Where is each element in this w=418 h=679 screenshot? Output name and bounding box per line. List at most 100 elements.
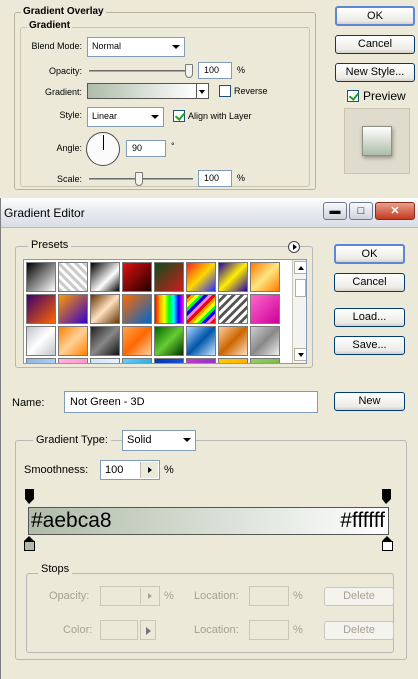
preset-swatch[interactable] bbox=[58, 262, 88, 292]
presets-list[interactable] bbox=[23, 259, 307, 364]
scale-slider-thumb[interactable] bbox=[135, 172, 143, 186]
preset-swatch[interactable] bbox=[154, 326, 184, 356]
stop-color-menu-button[interactable] bbox=[140, 620, 156, 640]
preset-swatch[interactable] bbox=[122, 262, 152, 292]
gradient-editor-window: Gradient Editor ▬ □ ✕ Presets OK Cancel … bbox=[0, 198, 418, 679]
preset-swatch[interactable] bbox=[186, 294, 216, 324]
chevron-down-icon bbox=[298, 353, 304, 357]
chevron-down-icon bbox=[172, 45, 180, 49]
angle-input[interactable]: 90 bbox=[126, 140, 166, 157]
angle-dial[interactable] bbox=[86, 132, 120, 166]
ge-cancel-button[interactable]: Cancel bbox=[334, 273, 405, 292]
gradient-editor-titlebar[interactable]: Gradient Editor ▬ □ ✕ bbox=[1, 198, 418, 228]
preset-swatch[interactable] bbox=[26, 326, 56, 356]
preview-checkbox[interactable] bbox=[347, 90, 359, 102]
preset-swatch[interactable] bbox=[58, 294, 88, 324]
scroll-up-button[interactable] bbox=[294, 261, 306, 274]
color-stop-swatch bbox=[382, 541, 393, 551]
style-select[interactable]: Linear bbox=[87, 107, 164, 127]
load-button[interactable]: Load... bbox=[334, 308, 405, 327]
stop-opacity-slider-button[interactable] bbox=[140, 588, 158, 604]
preset-swatch[interactable] bbox=[218, 262, 248, 292]
smoothness-value: 100 bbox=[105, 464, 124, 476]
stops-group bbox=[26, 573, 394, 653]
ge-ok-button[interactable]: OK bbox=[334, 244, 405, 264]
preset-swatch[interactable] bbox=[250, 326, 280, 356]
preset-swatch[interactable] bbox=[154, 294, 184, 324]
new-gradient-button[interactable]: New bbox=[334, 392, 405, 411]
stop-color-label: Color: bbox=[63, 624, 93, 636]
opacity-slider-track[interactable] bbox=[89, 70, 193, 72]
scale-input[interactable]: 100 bbox=[198, 170, 232, 187]
new-style-button[interactable]: New Style... bbox=[335, 63, 415, 82]
name-input[interactable]: Not Green - 3D bbox=[64, 391, 318, 413]
gradient-bar[interactable]: #aebca8 #ffffff bbox=[28, 507, 389, 535]
preset-swatch[interactable] bbox=[90, 358, 120, 363]
preset-swatch[interactable] bbox=[122, 326, 152, 356]
opacity-input[interactable]: 100 bbox=[198, 62, 232, 79]
preset-swatch[interactable] bbox=[26, 358, 56, 363]
preset-swatch[interactable] bbox=[58, 326, 88, 356]
close-button[interactable]: ✕ bbox=[375, 202, 415, 220]
save-button[interactable]: Save... bbox=[334, 336, 405, 355]
preset-swatch[interactable] bbox=[250, 294, 280, 324]
presets-label: Presets bbox=[28, 239, 72, 251]
stop-color-swatch[interactable] bbox=[100, 620, 138, 640]
preset-swatch[interactable] bbox=[90, 294, 120, 324]
ok-button[interactable]: OK bbox=[335, 6, 415, 26]
preset-swatch[interactable] bbox=[122, 358, 152, 363]
blend-mode-select[interactable]: Normal bbox=[87, 37, 185, 57]
scroll-down-button[interactable] bbox=[294, 348, 306, 361]
scroll-thumb[interactable] bbox=[295, 279, 306, 297]
gradient-type-select[interactable]: Solid bbox=[122, 430, 196, 451]
chevron-up-icon bbox=[298, 266, 304, 270]
opacity-stop-right[interactable] bbox=[382, 489, 391, 504]
preset-swatch[interactable] bbox=[250, 262, 280, 292]
stop-opacity-input[interactable] bbox=[100, 586, 160, 606]
close-icon: ✕ bbox=[390, 205, 400, 217]
stop-color-location-input[interactable] bbox=[249, 620, 289, 640]
delete-opacity-stop-button[interactable]: Delete bbox=[324, 587, 394, 606]
maximize-button[interactable]: □ bbox=[349, 202, 373, 220]
presets-menu-button[interactable] bbox=[288, 241, 300, 253]
play-right-icon bbox=[146, 627, 151, 635]
preset-swatch[interactable] bbox=[154, 358, 184, 363]
preset-swatch[interactable] bbox=[26, 294, 56, 324]
opacity-value: 100 bbox=[204, 65, 220, 75]
preset-swatch[interactable] bbox=[154, 262, 184, 292]
align-with-layer-checkbox[interactable] bbox=[173, 110, 185, 122]
preset-swatch[interactable] bbox=[218, 358, 248, 363]
preset-swatch[interactable] bbox=[90, 262, 120, 292]
opacity-slider-thumb[interactable] bbox=[185, 64, 193, 78]
reverse-checkbox[interactable] bbox=[219, 85, 231, 97]
preset-swatch[interactable] bbox=[250, 358, 280, 363]
preset-swatch[interactable] bbox=[186, 262, 216, 292]
minimize-icon: ▬ bbox=[329, 205, 341, 217]
preset-swatch[interactable] bbox=[122, 294, 152, 324]
smoothness-input[interactable]: 100 bbox=[100, 460, 160, 480]
scale-unit: % bbox=[237, 173, 246, 183]
preset-swatch[interactable] bbox=[58, 358, 88, 363]
presets-scrollbar[interactable] bbox=[292, 260, 306, 363]
stop-opacity-location-input[interactable] bbox=[249, 586, 289, 606]
opacity-stop-left[interactable] bbox=[25, 489, 34, 504]
color-stop-left[interactable] bbox=[24, 536, 35, 552]
gradient-picker-button[interactable] bbox=[197, 83, 209, 99]
layer-style-dialog: Gradient Overlay Gradient Blend Mode: No… bbox=[0, 0, 418, 196]
preset-swatch[interactable] bbox=[186, 326, 216, 356]
cancel-button[interactable]: Cancel bbox=[335, 35, 415, 54]
minimize-button[interactable]: ▬ bbox=[323, 202, 347, 220]
delete-color-stop-button[interactable]: Delete bbox=[324, 621, 394, 640]
stop-opacity-unit: % bbox=[164, 590, 174, 602]
preset-swatch[interactable] bbox=[186, 358, 216, 363]
smoothness-slider-button[interactable] bbox=[140, 462, 158, 478]
color-stop-right[interactable] bbox=[382, 536, 393, 552]
preset-swatch[interactable] bbox=[26, 262, 56, 292]
stop-color-location-label: Location: bbox=[194, 624, 239, 636]
angle-unit: ° bbox=[171, 141, 175, 151]
preset-swatch[interactable] bbox=[218, 294, 248, 324]
gradient-preview-swatch[interactable] bbox=[87, 83, 197, 99]
preset-swatch[interactable] bbox=[90, 326, 120, 356]
window-title: Gradient Editor bbox=[4, 206, 85, 220]
preset-swatch[interactable] bbox=[218, 326, 248, 356]
